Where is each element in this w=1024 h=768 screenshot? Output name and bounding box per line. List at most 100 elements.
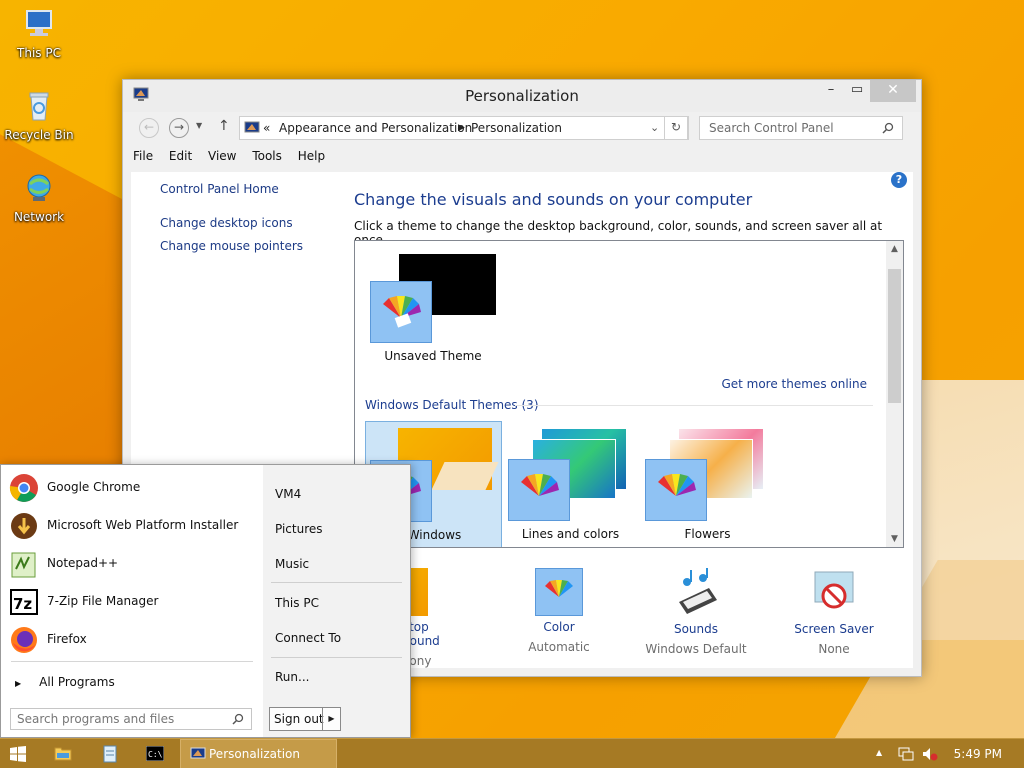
theme-label: Flowers	[684, 527, 731, 541]
place-vm4[interactable]: VM4	[275, 487, 395, 501]
all-programs-label: All Programs	[39, 675, 115, 689]
scroll-down-icon[interactable]: ▼	[886, 534, 903, 544]
breadcrumb-overflow[interactable]: «	[263, 121, 270, 135]
link-control-panel-home[interactable]: Control Panel Home	[160, 182, 303, 196]
refresh-button[interactable]: ↻	[664, 116, 688, 140]
show-hidden-icons-icon[interactable]: ▲	[876, 748, 882, 757]
desktop-icon-network[interactable]: Network	[3, 172, 75, 224]
desktop-icon-label: Recycle Bin	[4, 128, 74, 142]
file-explorer-icon[interactable]	[54, 745, 72, 762]
search-placeholder: Search Control Panel	[709, 121, 834, 135]
start-button-icon[interactable]	[10, 746, 26, 762]
setting-label: Sounds	[673, 622, 719, 636]
up-button[interactable]: ↑	[218, 118, 230, 134]
theme-flowers[interactable]: Flowers	[639, 421, 776, 547]
page-heading: Change the visuals and sounds on your co…	[354, 190, 753, 209]
taskbar-clock[interactable]: 5:49 PM	[954, 747, 1002, 761]
search-icon[interactable]	[882, 122, 894, 134]
theme-list: Unsaved Theme Get more themes online Win…	[354, 240, 904, 548]
chrome-icon	[9, 474, 38, 502]
color-palette-icon	[370, 281, 432, 343]
color-palette-icon	[508, 459, 570, 521]
title-bar[interactable]: Personalization – ▭ ✕	[123, 80, 921, 112]
breadcrumb-personalization[interactable]: Personalization	[471, 121, 562, 135]
breadcrumb-separator-icon[interactable]: ▶	[458, 123, 465, 133]
theme-label: Unsaved Theme	[384, 349, 482, 363]
menu-tools[interactable]: Tools	[252, 149, 282, 163]
place-pictures[interactable]: Pictures	[275, 522, 395, 536]
minimize-button[interactable]: –	[817, 80, 845, 102]
theme-lines-and-colors[interactable]: Lines and colors	[502, 421, 639, 547]
help-icon[interactable]: ?	[891, 172, 907, 188]
program-firefox[interactable]: Firefox	[9, 623, 257, 655]
search-icon[interactable]	[232, 713, 244, 725]
network-status-icon[interactable]	[898, 747, 914, 761]
address-row: ← → ▼ ↑ « Appearance and Personalization…	[131, 115, 913, 141]
setting-value: Windows Default	[645, 642, 747, 656]
close-button[interactable]: ✕	[870, 80, 916, 102]
desktop-icon-recycle-bin[interactable]: Recycle Bin	[3, 90, 75, 142]
program-label: Microsoft Web Platform Installer	[47, 518, 239, 532]
program-label: 7-Zip File Manager	[47, 594, 159, 608]
setting-label: Screen Saver	[794, 622, 874, 636]
menu-view[interactable]: View	[208, 149, 236, 163]
notepad-plus-plus-icon	[11, 552, 36, 578]
command-prompt-icon[interactable]: C:\	[146, 746, 164, 761]
taskbar-button-personalization[interactable]: Personalization	[180, 739, 337, 768]
sign-out-label: Sign out	[274, 712, 324, 726]
sounds-setting[interactable]: Sounds Windows Default	[636, 568, 756, 656]
desktop-icon-label: This PC	[17, 46, 61, 60]
menu-edit[interactable]: Edit	[169, 149, 192, 163]
program-7zip[interactable]: 7z 7-Zip File Manager	[9, 585, 257, 617]
start-search-input[interactable]: Search programs and files	[10, 708, 252, 730]
program-notepad-plus-plus[interactable]: Notepad++	[9, 547, 257, 579]
screen-saver-setting[interactable]: Screen Saver None	[774, 568, 894, 656]
setting-label: Color	[543, 620, 575, 634]
place-run[interactable]: Run...	[275, 670, 395, 684]
program-web-platform-installer[interactable]: Microsoft Web Platform Installer	[9, 509, 257, 541]
address-dropdown-icon[interactable]: ⌄	[650, 121, 659, 134]
theme-unsaved[interactable]: Unsaved Theme	[355, 241, 515, 371]
color-setting[interactable]: Color Automatic	[499, 568, 619, 654]
scroll-up-icon[interactable]: ▲	[886, 244, 903, 254]
program-label: Google Chrome	[47, 480, 141, 494]
setting-value: Automatic	[528, 640, 590, 654]
sign-out-button[interactable]: Sign out ▶	[269, 707, 341, 731]
search-control-panel-input[interactable]: Search Control Panel	[699, 116, 903, 140]
link-change-desktop-icons[interactable]: Change desktop icons	[160, 216, 303, 230]
all-programs-button[interactable]: ▶ All Programs	[15, 675, 115, 689]
volume-muted-icon[interactable]	[922, 747, 938, 761]
setting-value: None	[818, 642, 850, 656]
notepad-icon[interactable]	[102, 745, 118, 763]
desktop-icon-this-pc[interactable]: This PC	[3, 8, 75, 60]
recent-pages-dropdown[interactable]: ▼	[196, 121, 202, 130]
place-this-pc[interactable]: This PC	[275, 596, 395, 610]
menu-help[interactable]: Help	[298, 149, 325, 163]
scroll-thumb[interactable]	[888, 269, 901, 403]
start-menu: Google Chrome Microsoft Web Platform Ins…	[0, 464, 411, 738]
7zip-icon: 7z	[10, 589, 38, 615]
taskbar: C:\ Personalization ▲ 5:49 PM	[0, 738, 1024, 768]
search-placeholder: Search programs and files	[17, 712, 175, 726]
control-panel-icon	[190, 747, 206, 759]
breadcrumb-appearance[interactable]: Appearance and Personalization	[279, 121, 472, 135]
left-task-pane: Control Panel Home Change desktop icons …	[160, 182, 303, 262]
divider	[11, 661, 253, 662]
start-menu-programs: Google Chrome Microsoft Web Platform Ins…	[1, 465, 263, 737]
recycle-bin-icon	[29, 92, 49, 121]
link-change-mouse-pointers[interactable]: Change mouse pointers	[160, 239, 303, 253]
theme-label: Lines and colors	[521, 527, 620, 541]
menu-file[interactable]: File	[133, 149, 153, 163]
maximize-button[interactable]: ▭	[843, 80, 871, 102]
taskbar-button-label: Personalization	[209, 747, 300, 761]
forward-button[interactable]: →	[169, 118, 189, 138]
place-connect-to[interactable]: Connect To	[275, 631, 395, 645]
place-music[interactable]: Music	[275, 557, 395, 571]
address-bar[interactable]: « Appearance and Personalization ▶ Perso…	[239, 116, 689, 140]
program-google-chrome[interactable]: Google Chrome	[9, 471, 257, 503]
get-more-themes-link[interactable]: Get more themes online	[721, 377, 867, 391]
window-title: Personalization	[465, 87, 579, 105]
sign-out-options-icon[interactable]: ▶	[322, 708, 340, 730]
back-button[interactable]: ←	[139, 118, 159, 138]
theme-list-scrollbar[interactable]: ▲ ▼	[886, 241, 903, 547]
